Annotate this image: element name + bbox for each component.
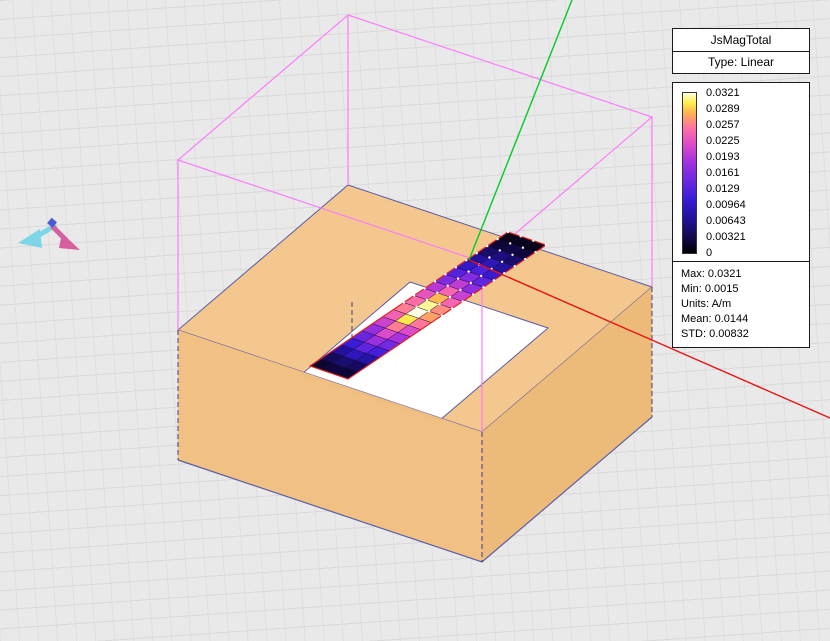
scale-tick-label: 0.0225 [706, 135, 740, 147]
mesh-vertex-dot [524, 258, 526, 260]
mesh-vertex-dot [423, 287, 425, 289]
mesh-vertex-dot [457, 277, 459, 279]
mesh-vertex-dot [509, 242, 511, 244]
mesh-vertex-dot [482, 286, 484, 288]
mesh-vertex-dot [459, 289, 461, 291]
mesh-vertex-dot [476, 252, 478, 254]
mesh-vertex-dot [493, 279, 495, 281]
mesh-vertex-dot [413, 294, 415, 296]
mesh-vertex-dot [434, 280, 436, 282]
orientation-triad [18, 218, 80, 250]
mesh-vertex-dot [426, 299, 428, 301]
legend-stats: Max: 0.0321Min: 0.0015Units: A/mMean: 0.… [672, 261, 810, 348]
y-axis-line [469, 0, 572, 260]
legend-title: JsMagTotal [672, 28, 810, 52]
scale-tick-label: 0.00321 [706, 231, 746, 243]
mesh-vertex-dot [449, 296, 451, 298]
scale-tick-label: 0.0161 [706, 167, 740, 179]
mesh-vertex-dot [461, 300, 463, 302]
substrate-slab[interactable] [178, 185, 652, 562]
scale-tick-label: 0.00964 [706, 199, 746, 211]
legend-stat-line: Max: 0.0321 [681, 267, 801, 282]
mesh-vertex-dot [545, 244, 547, 246]
mesh-vertex-dot [534, 251, 536, 253]
legend-stat-line: Min: 0.0015 [681, 282, 801, 297]
mesh-vertex-dot [488, 256, 490, 258]
mesh-vertex-dot [470, 282, 472, 284]
mesh-vertex-dot [436, 292, 438, 294]
mesh-vertex-dot [467, 270, 469, 272]
triad-cyan-arrow-head [18, 229, 42, 248]
mesh-vertex-dot [520, 235, 522, 237]
mesh-vertex-dot [403, 301, 405, 303]
colorbar-gradient [682, 92, 697, 254]
mesh-vertex-dot [499, 249, 501, 251]
scale-tick-label: 0.0129 [706, 183, 740, 195]
mesh-vertex-dot [480, 275, 482, 277]
3d-viewport[interactable]: JsMagTotal Type: Linear 0.0321 0.0289 0.02… [0, 0, 830, 641]
scale-tick-label: 0.00643 [706, 215, 746, 227]
mesh-vertex-dot [503, 272, 505, 274]
mesh-vertex-dot [428, 310, 430, 312]
mesh-vertex-dot [465, 259, 467, 261]
mesh-vertex-dot [472, 293, 474, 295]
legend-stat-line: Mean: 0.0144 [681, 312, 801, 327]
mesh-vertex-dot [444, 273, 446, 275]
mesh-vertex-dot [451, 307, 453, 309]
mesh-vertex-dot [486, 245, 488, 247]
mesh-vertex-dot [496, 238, 498, 240]
field-plot-legend[interactable]: JsMagTotal Type: Linear 0.0321 0.0289 0.02… [672, 28, 810, 348]
scale-tick-label: 0 [706, 247, 712, 259]
scale-tick-label: 0.0321 [706, 87, 740, 99]
mesh-vertex-dot [532, 240, 534, 242]
mesh-vertex-dot [507, 231, 509, 233]
legend-scale-type: Type: Linear [672, 51, 810, 74]
legend-stat-line: Units: A/m [681, 297, 801, 312]
mesh-vertex-dot [514, 265, 516, 267]
scale-tick-label: 0.0193 [706, 151, 740, 163]
mesh-vertex-dot [511, 254, 513, 256]
legend-stat-line: STD: 0.00832 [681, 327, 801, 342]
mesh-vertex-dot [447, 285, 449, 287]
mesh-vertex-dot [438, 303, 440, 305]
mesh-vertex-dot [415, 306, 417, 308]
legend-color-scale: 0.0321 0.0289 0.0257 0.0225 0.0193 0.0161 0.01… [672, 82, 810, 262]
scale-tick-label: 0.0257 [706, 119, 740, 131]
mesh-vertex-dot [441, 314, 443, 316]
triad-pink-arrow-head [59, 233, 80, 250]
mesh-vertex-dot [522, 247, 524, 249]
scale-tick-label: 0.0289 [706, 103, 740, 115]
mesh-vertex-dot [501, 261, 503, 263]
mesh-vertex-dot [455, 266, 457, 268]
